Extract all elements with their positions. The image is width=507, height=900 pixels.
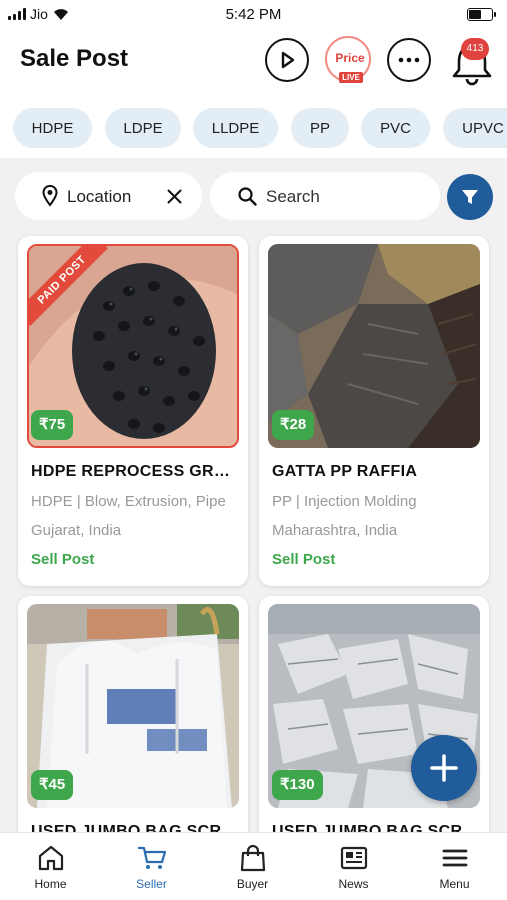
post-card[interactable]: ₹45 USED JUMBO BAG SCRAP — [18, 596, 248, 856]
chat-button[interactable] — [387, 38, 431, 82]
nav-news[interactable]: News — [303, 833, 404, 900]
nav-buyer[interactable]: Buyer — [202, 833, 303, 900]
nav-label: Buyer — [236, 877, 269, 891]
play-button[interactable] — [265, 38, 309, 82]
price-tag: ₹28 — [272, 410, 315, 440]
page-title: Sale Post — [20, 45, 129, 72]
post-location: Maharashtra, India — [272, 522, 398, 539]
search-placeholder: Search — [266, 187, 320, 206]
post-card[interactable]: PAID POST ₹75 HDPE REPROCESS GRANULES HD… — [18, 236, 248, 586]
nav-menu[interactable]: Menu — [404, 833, 505, 900]
plus-icon — [430, 754, 458, 782]
chip-lldpe[interactable]: LLDPE — [193, 108, 278, 148]
play-icon — [281, 51, 295, 69]
chip-hdpe[interactable]: HDPE — [13, 108, 92, 148]
price-tag: ₹130 — [272, 770, 323, 800]
status-bar: Jio 5:42 PM — [0, 0, 507, 30]
post-type: Sell Post — [31, 551, 95, 568]
category-chips: HDPE LDPE LLDPE PP PVC UPVC — [0, 100, 507, 158]
post-type: Sell Post — [272, 551, 336, 568]
search-input[interactable]: Search — [210, 172, 440, 220]
post-title: HDPE REPROCESS GRANULES — [31, 463, 241, 480]
location-filter[interactable]: Location — [15, 172, 202, 220]
clock: 5:42 PM — [225, 6, 282, 23]
price-live-button[interactable]: Price LIVE — [325, 36, 371, 83]
post-card[interactable]: ₹130 USED JUMBO BAG SCRAP — [259, 596, 489, 856]
post-subtitle: HDPE | Blow, Extrusion, Pipe — [31, 493, 226, 510]
filter-button[interactable] — [447, 174, 493, 220]
nav-seller[interactable]: Seller — [101, 833, 202, 900]
clear-icon[interactable] — [167, 189, 182, 204]
battery-icon — [467, 8, 496, 21]
shopping-bag-icon — [240, 844, 266, 872]
filter-icon — [462, 190, 478, 204]
nav-label: Seller — [136, 877, 167, 891]
menu-icon — [442, 849, 468, 867]
chat-bubble-icon — [398, 57, 420, 63]
chip-pvc[interactable]: PVC — [361, 108, 430, 148]
home-icon — [38, 845, 64, 871]
header: Sale Post Price LIVE 413 — [0, 30, 507, 100]
cart-icon — [137, 846, 167, 869]
price-tag: ₹45 — [31, 770, 74, 800]
post-title: GATTA PP RAFFIA — [272, 463, 418, 480]
nav-label: Home — [34, 877, 67, 891]
location-label: Location — [67, 187, 132, 206]
location-pin-icon — [42, 185, 58, 207]
post-location: Gujarat, India — [31, 522, 122, 539]
live-badge: LIVE — [339, 72, 363, 83]
bottom-nav: Home Seller Buyer News Menu — [0, 832, 507, 900]
price-label: Price — [335, 51, 365, 65]
nav-home[interactable]: Home — [0, 833, 101, 900]
post-card[interactable]: ₹28 GATTA PP RAFFIA PP | Injection Moldi… — [259, 236, 489, 586]
chip-ldpe[interactable]: LDPE — [105, 108, 181, 148]
add-post-button[interactable] — [411, 735, 477, 801]
newspaper-icon — [340, 846, 368, 870]
chip-upvc[interactable]: UPVC — [443, 108, 507, 148]
search-icon — [238, 187, 257, 206]
price-tag: ₹75 — [31, 410, 74, 440]
post-subtitle: PP | Injection Molding — [272, 493, 417, 510]
chip-pp[interactable]: PP — [291, 108, 349, 148]
nav-label: Menu — [439, 877, 470, 891]
nav-label: News — [338, 877, 369, 891]
notification-badge: 413 — [461, 38, 489, 60]
